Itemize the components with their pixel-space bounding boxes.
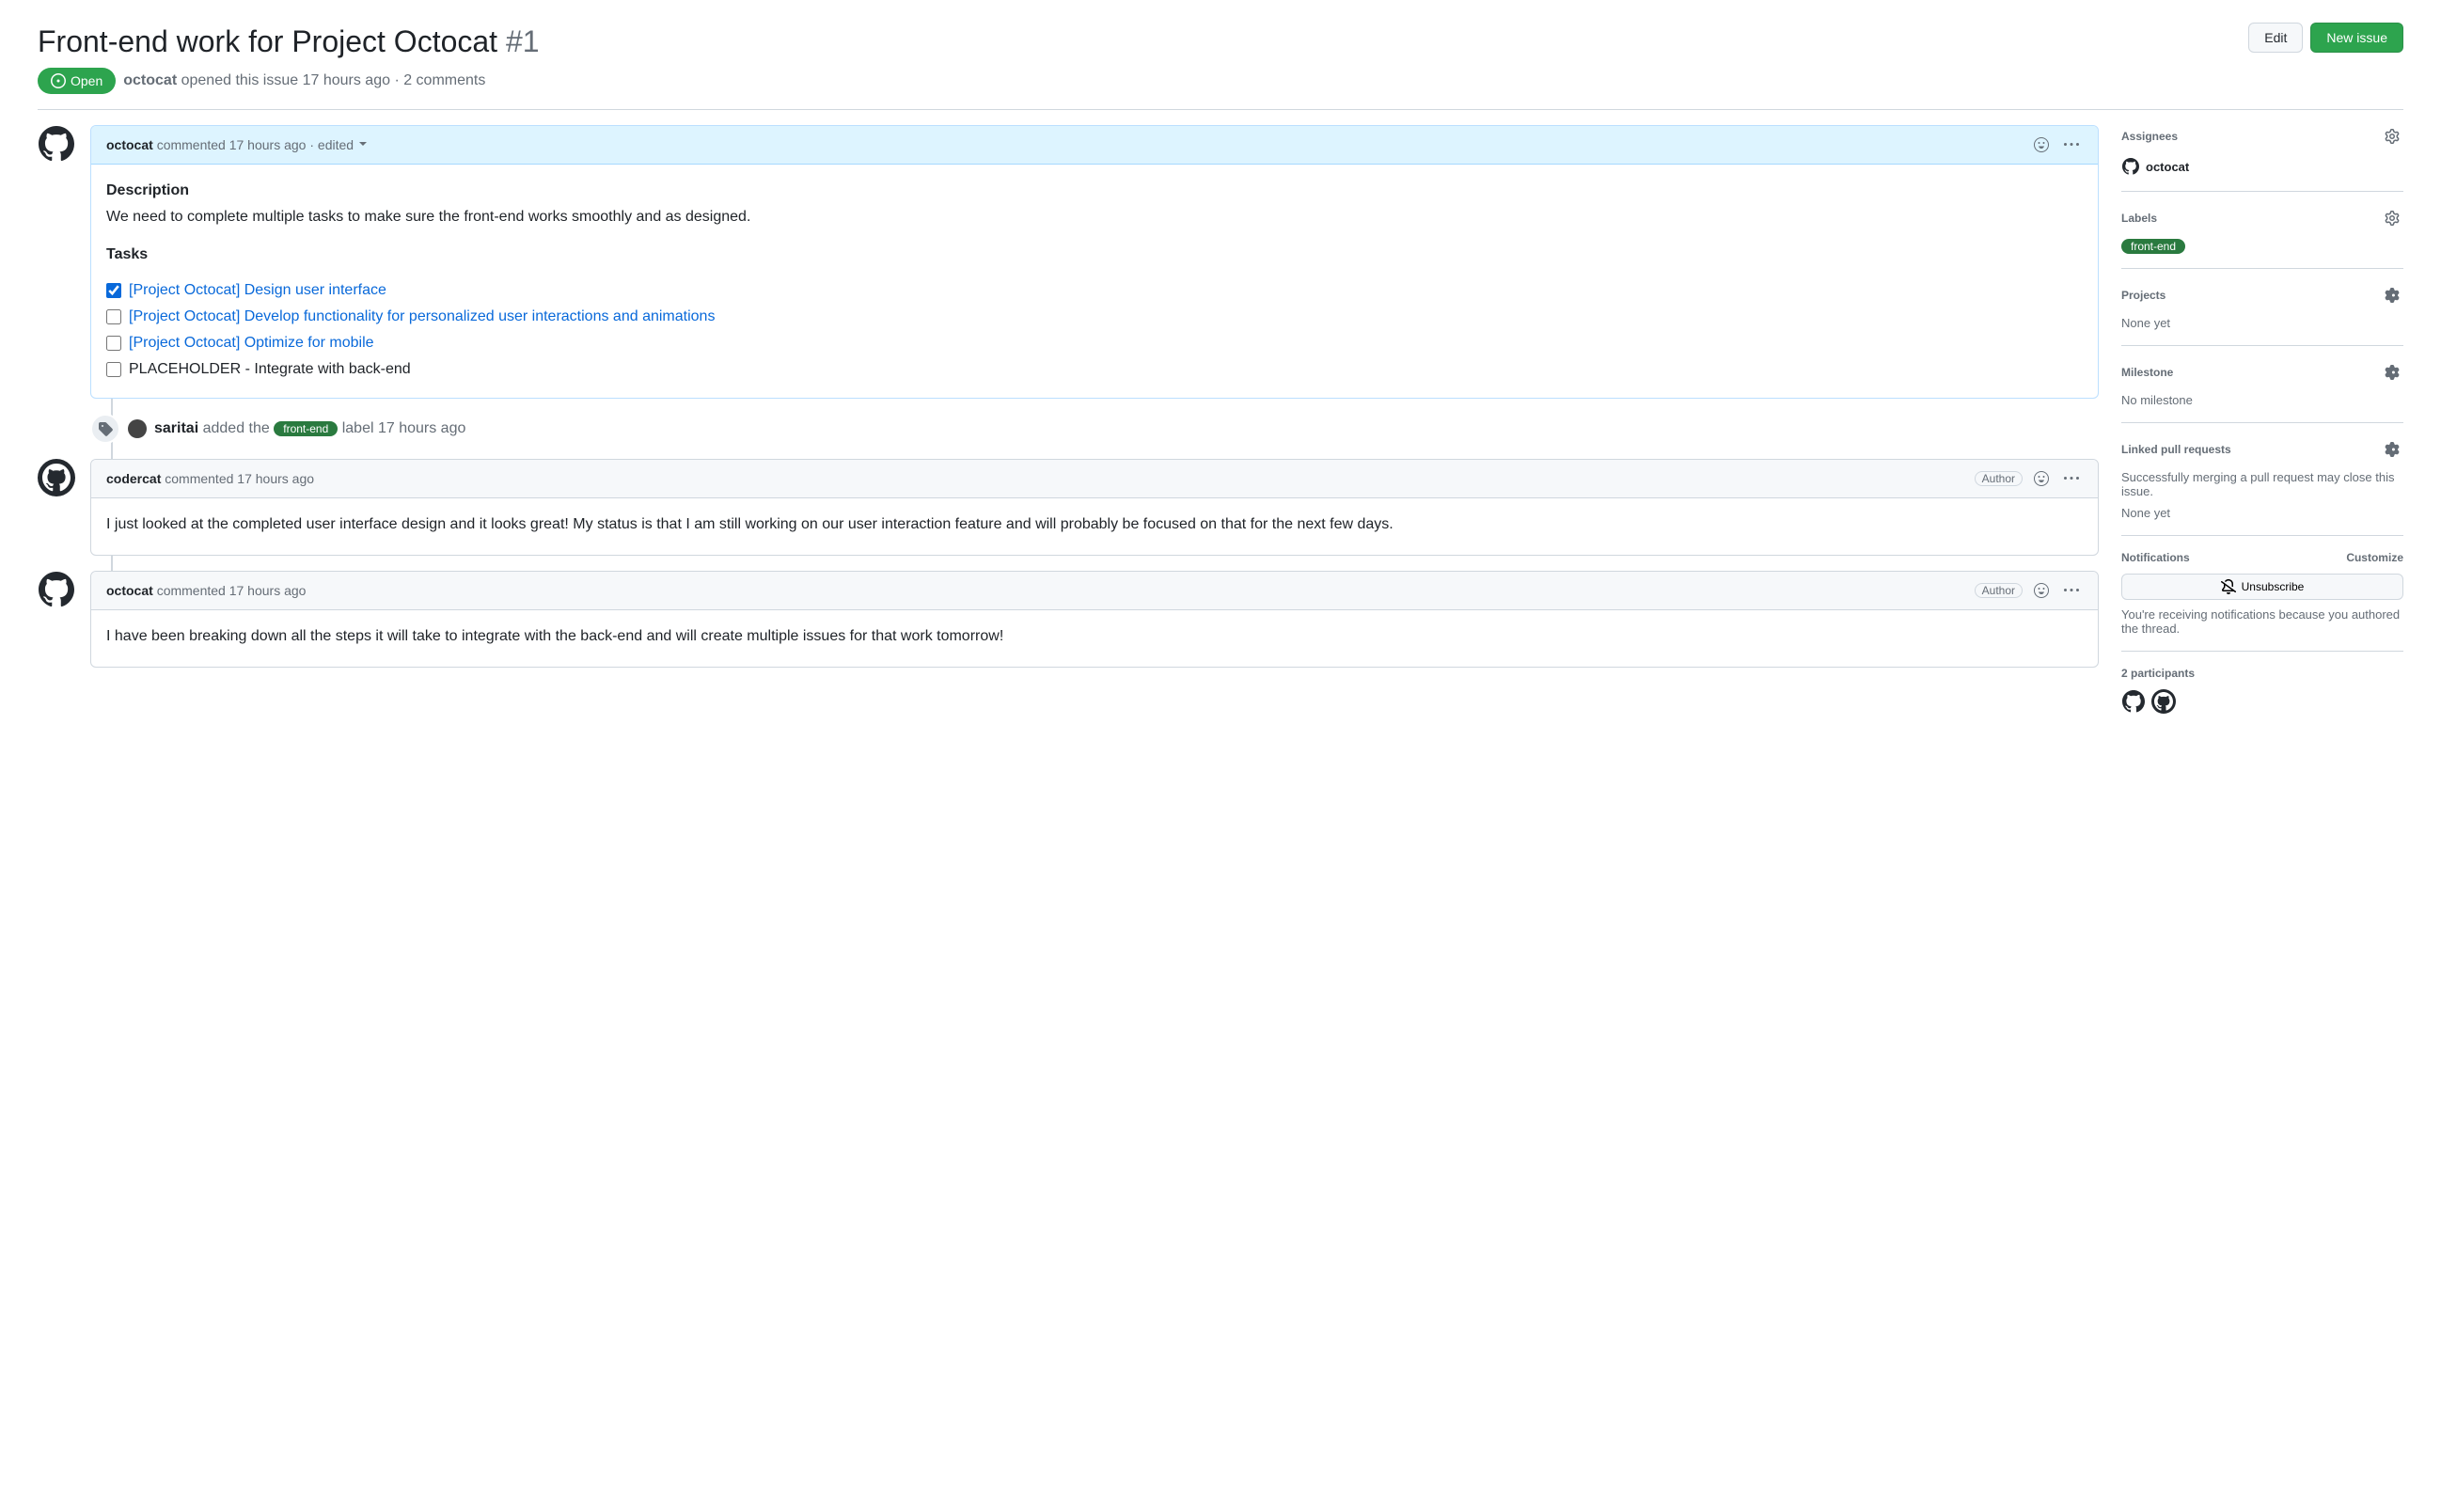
issue-title: Front-end work for Project Octocat #1 bbox=[38, 23, 540, 60]
avatar[interactable] bbox=[38, 571, 75, 608]
sidebar-notifications: Notifications Customize Unsubscribe You'… bbox=[2121, 536, 2403, 652]
participants-title: 2 participants bbox=[2121, 667, 2195, 680]
linked-prs-desc: Successfully merging a pull request may … bbox=[2121, 470, 2403, 498]
kebab-menu-button[interactable] bbox=[2060, 134, 2083, 156]
comment-body: Description We need to complete multiple… bbox=[91, 165, 2098, 398]
issue-meta-text: octocat opened this issue 17 hours ago ·… bbox=[123, 72, 485, 89]
task-item: [Project Octocat] Develop functionality … bbox=[106, 304, 2083, 330]
assignee-item[interactable]: octocat bbox=[2121, 157, 2403, 176]
comment-header: codercat commented 17 hours ago Author bbox=[91, 460, 2098, 498]
emoji-reaction-button[interactable] bbox=[2030, 579, 2053, 602]
issue-state-badge: Open bbox=[38, 68, 116, 94]
task-link[interactable]: [Project Octocat] Optimize for mobile bbox=[129, 332, 374, 354]
event-user[interactable]: saritai bbox=[154, 420, 198, 436]
bell-slash-icon bbox=[2221, 579, 2236, 594]
gear-icon[interactable] bbox=[2381, 125, 2403, 148]
milestone-title: Milestone bbox=[2121, 366, 2173, 379]
projects-title: Projects bbox=[2121, 289, 2165, 302]
state-label: Open bbox=[71, 73, 102, 88]
issue-title-text: Front-end work for Project Octocat bbox=[38, 24, 497, 58]
chevron-down-icon[interactable] bbox=[359, 142, 367, 150]
sidebar-linked-prs: Linked pull requests Successfully mergin… bbox=[2121, 423, 2403, 536]
comment-author[interactable]: codercat bbox=[106, 471, 161, 486]
emoji-reaction-button[interactable] bbox=[2030, 134, 2053, 156]
comment-box: codercat commented 17 hours ago Author I… bbox=[90, 459, 2099, 556]
task-link[interactable]: [Project Octocat] Develop functionality … bbox=[129, 306, 715, 328]
assignees-title: Assignees bbox=[2121, 130, 2178, 143]
comment-author[interactable]: octocat bbox=[106, 137, 153, 152]
milestone-none: No milestone bbox=[2121, 393, 2403, 407]
comment-header: octocat commented 17 hours ago Author bbox=[91, 572, 2098, 610]
comment-box: octocat commented 17 hours ago Author I … bbox=[90, 571, 2099, 668]
comment-body: I just looked at the completed user inte… bbox=[91, 498, 2098, 555]
edited-indicator[interactable]: edited bbox=[318, 137, 354, 152]
issue-opened-text: opened this issue 17 hours ago · 2 comme… bbox=[181, 72, 486, 88]
participant-avatar[interactable] bbox=[2121, 689, 2146, 714]
linked-prs-title: Linked pull requests bbox=[2121, 443, 2231, 456]
issue-author-link[interactable]: octocat bbox=[123, 72, 177, 88]
kebab-menu-button[interactable] bbox=[2060, 467, 2083, 490]
sidebar-labels: Labels front-end bbox=[2121, 192, 2403, 269]
label-pill[interactable]: front-end bbox=[274, 421, 338, 436]
gear-icon[interactable] bbox=[2381, 438, 2403, 461]
timeline-event: saritai added the front-end label 17 hou… bbox=[90, 414, 2099, 444]
event-suffix: label 17 hours ago bbox=[342, 420, 466, 436]
comment-header: octocat commented 17 hours ago · edited bbox=[91, 126, 2098, 165]
emoji-reaction-button[interactable] bbox=[2030, 467, 2053, 490]
description-heading: Description bbox=[106, 180, 2083, 202]
comment-body: I have been breaking down all the steps … bbox=[91, 610, 2098, 667]
new-issue-button[interactable]: New issue bbox=[2310, 23, 2403, 53]
comment-timestamp: commented 17 hours ago bbox=[157, 137, 307, 152]
task-item: [Project Octocat] Optimize for mobile bbox=[106, 330, 2083, 356]
comment-timestamp: commented 17 hours ago bbox=[157, 583, 307, 598]
task-checkbox[interactable] bbox=[106, 283, 121, 298]
task-list: [Project Octocat] Design user interface … bbox=[106, 277, 2083, 383]
linked-prs-none: None yet bbox=[2121, 506, 2403, 520]
avatar[interactable] bbox=[38, 125, 75, 163]
avatar[interactable] bbox=[38, 459, 75, 496]
task-item: PLACEHOLDER - Integrate with back-end bbox=[106, 356, 2083, 383]
task-checkbox[interactable] bbox=[106, 336, 121, 351]
projects-none: None yet bbox=[2121, 316, 2403, 330]
labels-title: Labels bbox=[2121, 212, 2157, 225]
comment-timestamp: commented 17 hours ago bbox=[165, 471, 314, 486]
tasks-heading: Tasks bbox=[106, 244, 2083, 266]
sidebar-projects: Projects None yet bbox=[2121, 269, 2403, 346]
gear-icon[interactable] bbox=[2381, 361, 2403, 384]
task-text: PLACEHOLDER - Integrate with back-end bbox=[129, 358, 411, 381]
tag-icon bbox=[90, 414, 120, 444]
avatar[interactable] bbox=[128, 419, 147, 438]
notification-reason: You're receiving notifications because y… bbox=[2121, 607, 2403, 636]
event-action: added the bbox=[203, 420, 270, 436]
task-checkbox[interactable] bbox=[106, 362, 121, 377]
kebab-menu-button[interactable] bbox=[2060, 579, 2083, 602]
gear-icon[interactable] bbox=[2381, 207, 2403, 229]
notifications-title: Notifications bbox=[2121, 551, 2190, 564]
task-checkbox[interactable] bbox=[106, 309, 121, 324]
sidebar-milestone: Milestone No milestone bbox=[2121, 346, 2403, 423]
comment-author[interactable]: octocat bbox=[106, 583, 153, 598]
unsubscribe-button[interactable]: Unsubscribe bbox=[2121, 574, 2403, 600]
assignee-name: octocat bbox=[2146, 160, 2189, 174]
sidebar-assignees: Assignees octocat bbox=[2121, 125, 2403, 192]
task-item: [Project Octocat] Design user interface bbox=[106, 277, 2083, 304]
comment-text: I have been breaking down all the steps … bbox=[106, 625, 2083, 648]
gear-icon[interactable] bbox=[2381, 284, 2403, 307]
task-link[interactable]: [Project Octocat] Design user interface bbox=[129, 279, 386, 302]
comment-text: I just looked at the completed user inte… bbox=[106, 513, 2083, 536]
author-badge: Author bbox=[1975, 471, 2023, 486]
comment-box: octocat commented 17 hours ago · edited … bbox=[90, 125, 2099, 399]
author-badge: Author bbox=[1975, 583, 2023, 598]
unsubscribe-label: Unsubscribe bbox=[2242, 580, 2305, 593]
description-text: We need to complete multiple tasks to ma… bbox=[106, 206, 2083, 228]
customize-link[interactable]: Customize bbox=[2346, 551, 2403, 564]
issue-open-icon bbox=[51, 73, 66, 88]
sidebar-participants: 2 participants bbox=[2121, 652, 2403, 729]
issue-number: #1 bbox=[506, 24, 540, 58]
edit-button[interactable]: Edit bbox=[2248, 23, 2303, 53]
label-pill[interactable]: front-end bbox=[2121, 239, 2185, 254]
participant-avatar[interactable] bbox=[2151, 689, 2176, 714]
